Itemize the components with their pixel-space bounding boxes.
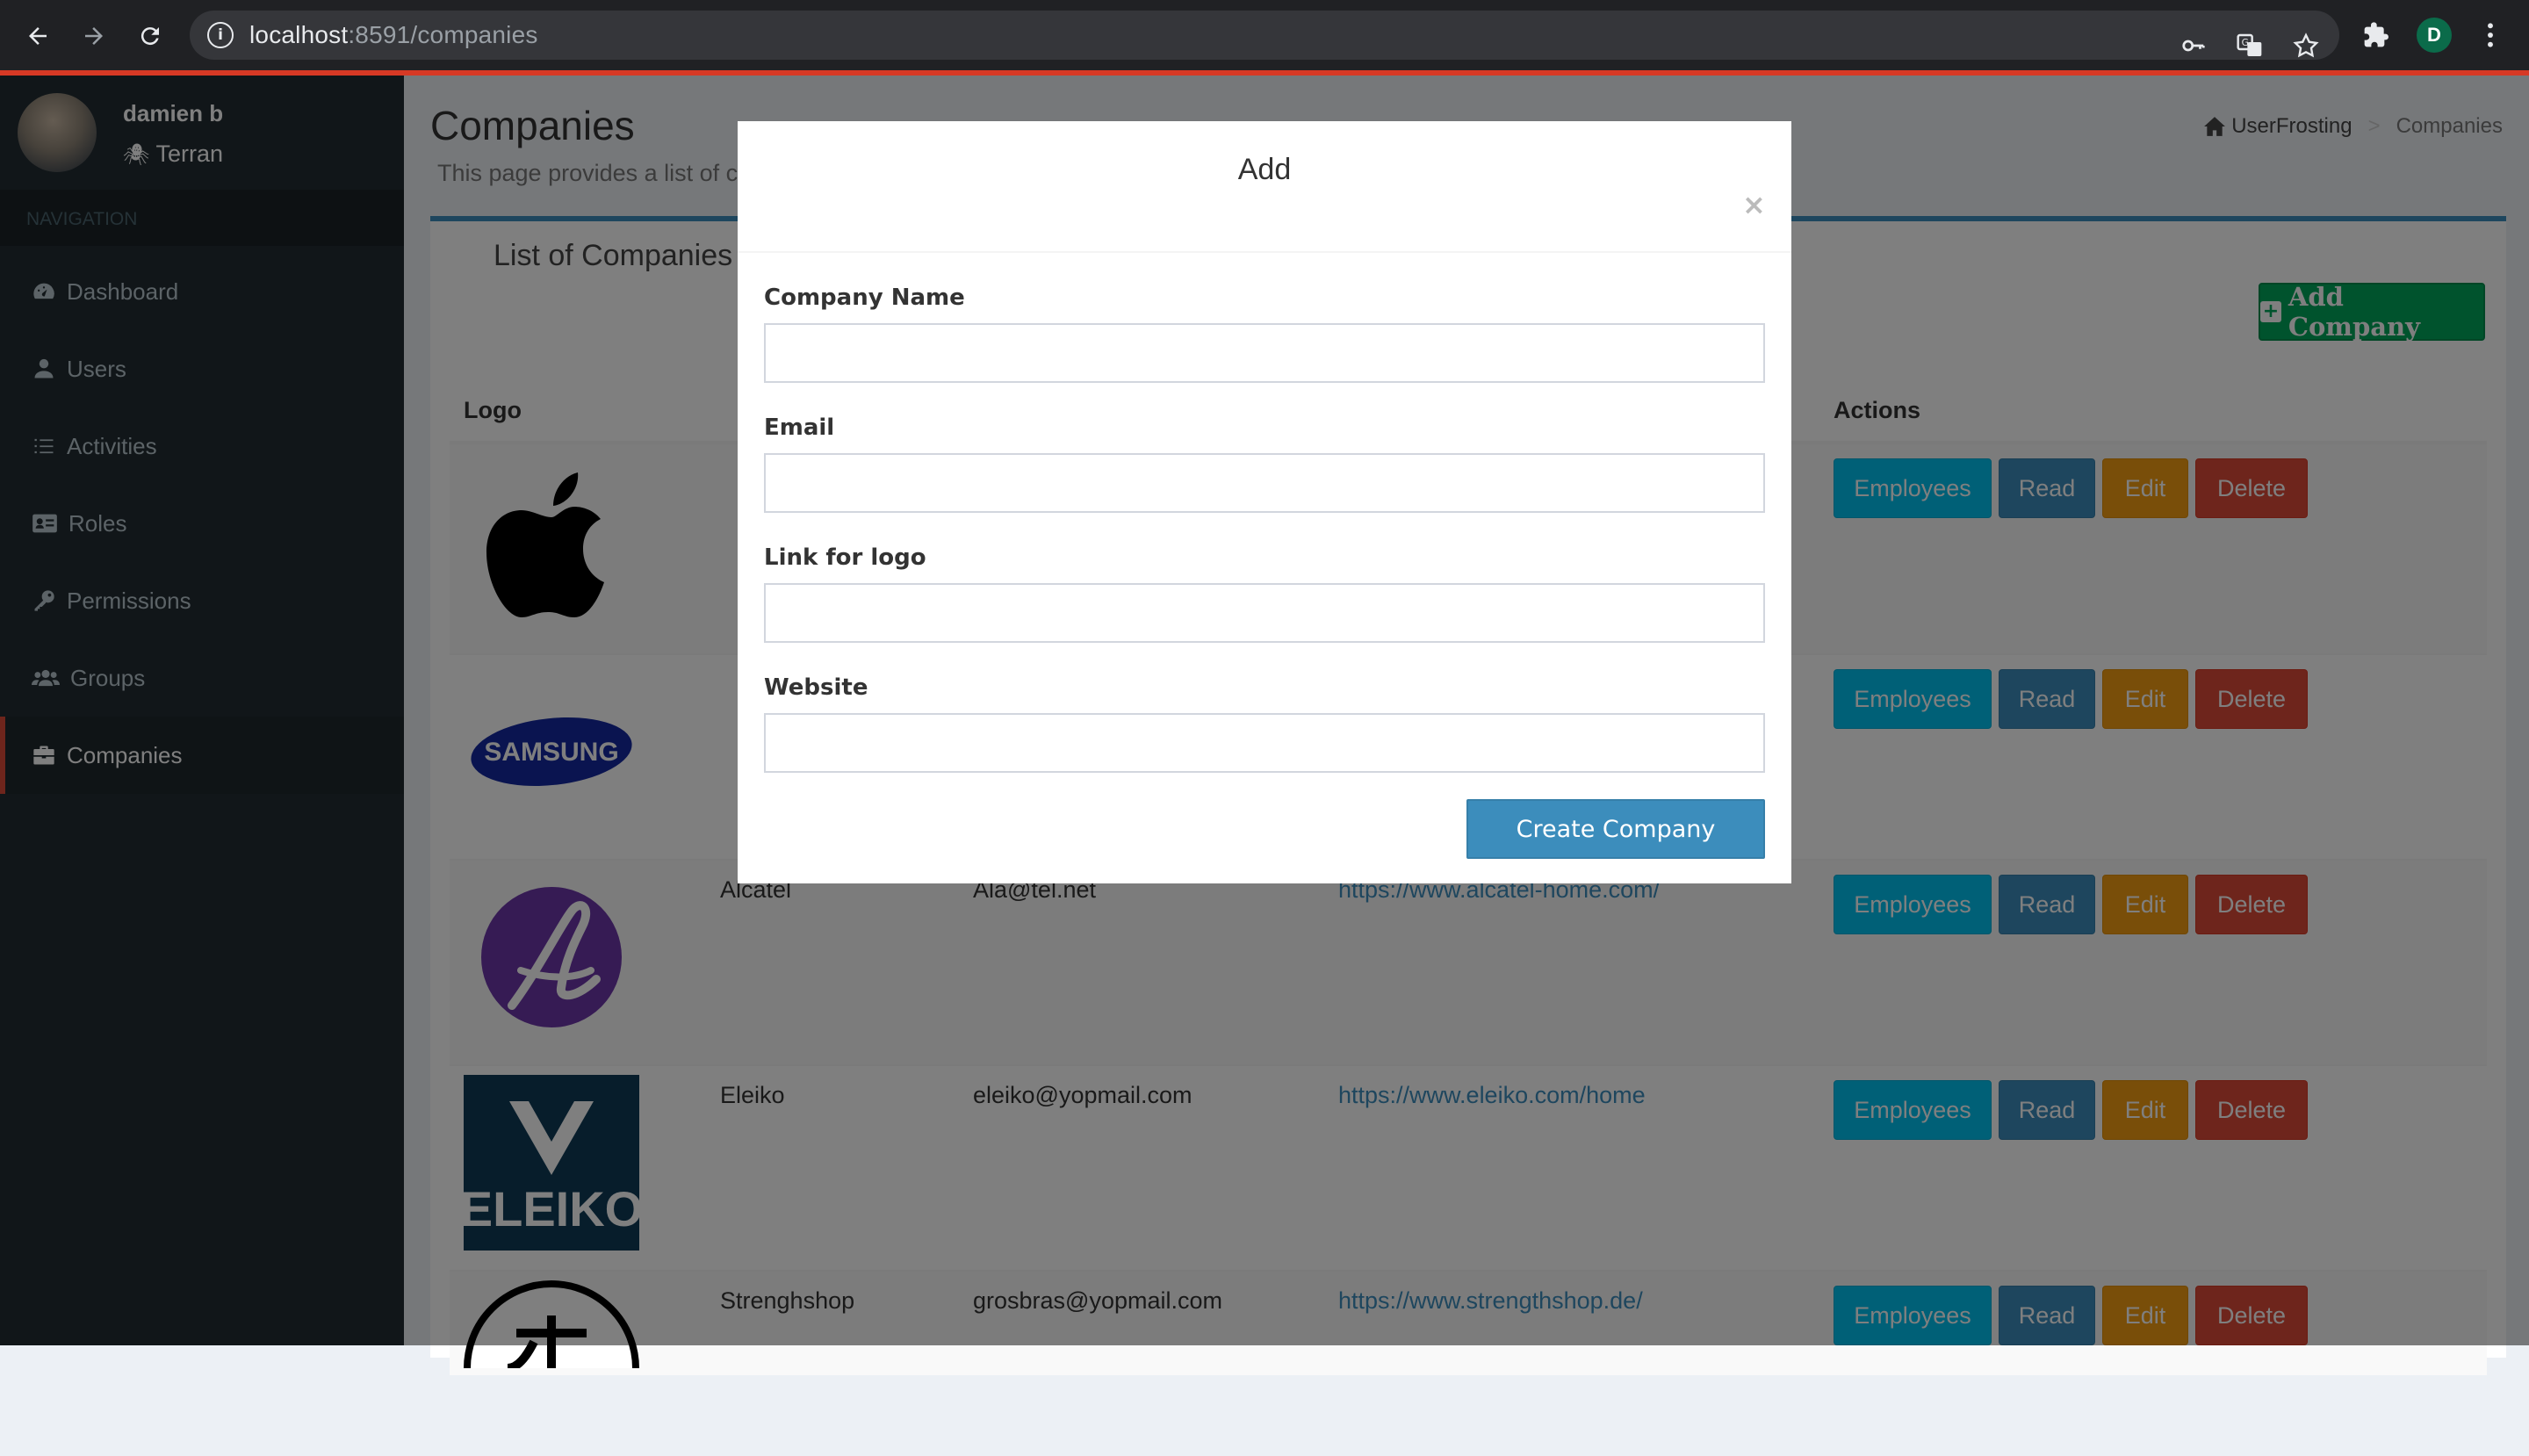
extensions-icon[interactable] xyxy=(2359,18,2394,53)
arrow-left-icon xyxy=(29,27,47,45)
reload-button[interactable] xyxy=(130,16,170,56)
translate-icon[interactable]: G xyxy=(2232,28,2267,63)
logo-link-label: Link for logo xyxy=(764,544,926,571)
add-company-modal: Add × Company Name Email Link for logo W… xyxy=(738,121,1791,883)
company-name-label: Company Name xyxy=(764,285,965,311)
modal-title: Add xyxy=(1237,153,1292,186)
password-key-icon[interactable] xyxy=(2176,28,2211,63)
arrow-right-icon xyxy=(85,27,103,45)
website-field[interactable] xyxy=(764,713,1765,773)
logo-link-field[interactable] xyxy=(764,583,1765,643)
close-icon[interactable]: × xyxy=(1742,188,1766,221)
profile-avatar[interactable]: D xyxy=(2417,18,2452,53)
browser-toolbar: i localhost:8591/companies G D xyxy=(0,0,2529,70)
website-label: Website xyxy=(764,674,868,701)
email-field[interactable] xyxy=(764,453,1765,513)
company-name-field[interactable] xyxy=(764,323,1765,383)
modal-header: Add × xyxy=(738,121,1791,253)
create-company-button[interactable]: Create Company xyxy=(1466,799,1765,859)
back-button[interactable] xyxy=(18,16,58,56)
forward-button[interactable] xyxy=(74,16,114,56)
bookmark-star-icon[interactable] xyxy=(2288,28,2324,63)
menu-dots-icon[interactable] xyxy=(2473,18,2508,53)
svg-text:G: G xyxy=(2242,37,2249,48)
url-text: localhost:8591/companies xyxy=(249,21,538,48)
address-bar[interactable]: i localhost:8591/companies G xyxy=(190,11,2339,60)
reload-icon xyxy=(140,27,159,46)
site-info-icon[interactable]: i xyxy=(207,22,234,48)
email-label: Email xyxy=(764,414,835,441)
